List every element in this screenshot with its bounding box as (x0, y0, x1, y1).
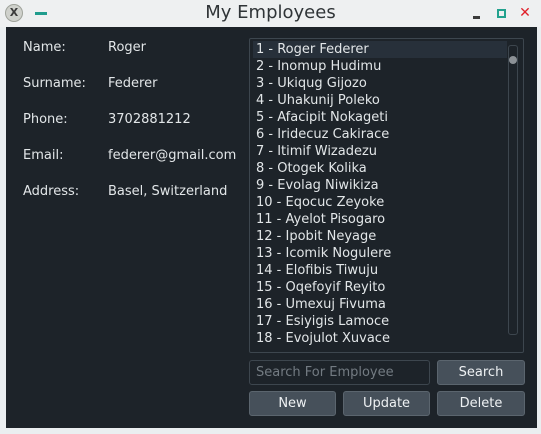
list-item[interactable]: 18 - Evojulot Xuvace (253, 330, 507, 347)
email-label: Email: (23, 148, 64, 163)
phone-value: 3702881212 (108, 112, 191, 127)
window-title: My Employees (205, 2, 336, 23)
list-item[interactable]: 4 - Uhakunij Poleko (253, 92, 507, 109)
list-item[interactable]: 5 - Afacipit Nokageti (253, 109, 507, 126)
list-item[interactable]: 10 - Eqocuc Zeyoke (253, 194, 507, 211)
list-item[interactable]: 1 - Roger Federer (253, 41, 507, 58)
scrollbar-thumb[interactable] (509, 56, 517, 64)
list-item[interactable]: 9 - Evolag Niwikiza (253, 177, 507, 194)
update-button[interactable]: Update (343, 391, 430, 416)
list-item[interactable]: 12 - Ipobit Neyage (253, 228, 507, 245)
search-button[interactable]: Search (437, 360, 525, 385)
delete-button[interactable]: Delete (437, 391, 525, 416)
list-scrollbar[interactable] (508, 45, 518, 335)
surname-value: Federer (108, 76, 158, 91)
list-item[interactable]: 2 - Inomup Hudimu (253, 58, 507, 75)
employee-list[interactable]: 1 - Roger Federer 2 - Inomup Hudimu 3 - Uk… (249, 38, 524, 353)
list-item[interactable]: 14 - Elofibis Tiwuju (253, 262, 507, 279)
address-value: Basel, Switzerland (108, 184, 228, 199)
email-value: federer@gmail.com (108, 148, 237, 163)
surname-label: Surname: (23, 76, 86, 91)
main-panel: Name: Roger Surname: Federer Phone: 3702… (6, 27, 537, 428)
list-item[interactable]: 16 - Umexuj Fivuma (253, 296, 507, 313)
minimize-icon[interactable] (470, 6, 484, 20)
title-bar: X My Employees ✕ (0, 0, 541, 27)
list-item[interactable]: 8 - Otogek Kolika (253, 160, 507, 177)
search-input[interactable] (249, 360, 430, 385)
close-icon[interactable]: ✕ (518, 6, 532, 20)
new-button[interactable]: New (249, 391, 336, 416)
list-item[interactable]: 6 - Iridecuz Cakirace (253, 126, 507, 143)
list-item[interactable]: 17 - Esiyigis Lamoce (253, 313, 507, 330)
list-item[interactable]: 3 - Ukiqug Gijozo (253, 75, 507, 92)
list-item[interactable]: 7 - Itimif Wizadezu (253, 143, 507, 160)
list-item[interactable]: 11 - Ayelot Pisogaro (253, 211, 507, 228)
address-label: Address: (23, 184, 80, 199)
name-value: Roger (108, 40, 146, 55)
list-item[interactable]: 13 - Icomik Nogulere (253, 245, 507, 262)
name-label: Name: (23, 40, 66, 55)
phone-label: Phone: (23, 112, 68, 127)
list-item[interactable]: 15 - Oqefoyif Reyito (253, 279, 507, 296)
employee-list-items: 1 - Roger Federer 2 - Inomup Hudimu 3 - Uk… (253, 41, 507, 347)
maximize-icon[interactable] (494, 6, 508, 20)
